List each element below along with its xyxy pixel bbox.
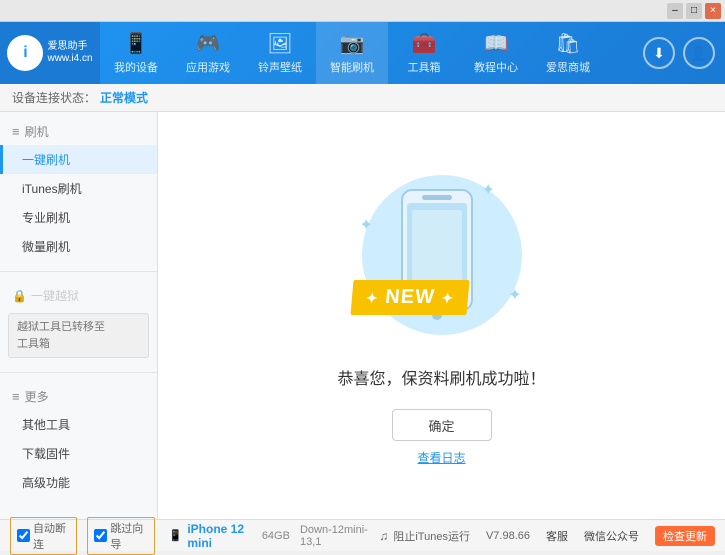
service-link[interactable]: 客服	[546, 528, 568, 544]
version-text: V7.98.66	[486, 530, 530, 542]
header: i 爱思助手 www.i4.cn 📱 我的设备 🎮 应用游戏 🖼 铃声壁纸 📷 …	[0, 22, 725, 84]
sidebar-section-header-jailbreak: 🔒 一键越狱	[0, 282, 157, 309]
main-layout: ≡ 刷机 一键刷机 iTunes刷机 专业刷机 微量刷机 🔒 一键越狱	[0, 112, 725, 519]
logo-text: 爱思助手 www.i4.cn	[47, 41, 92, 65]
success-text: 恭喜您，保资料刷机成功啦！	[337, 365, 545, 389]
sidebar-section-flash: ≡ 刷机 一键刷机 iTunes刷机 专业刷机 微量刷机	[0, 112, 157, 267]
nav-toolbox-icon: 🧰	[412, 31, 437, 56]
logo-area[interactable]: i 爱思助手 www.i4.cn	[0, 22, 100, 84]
itunes-icon: ♫	[379, 529, 388, 543]
device-info: 📱 iPhone 12 mini 64GB	[169, 522, 290, 550]
sidebar: ≡ 刷机 一键刷机 iTunes刷机 专业刷机 微量刷机 🔒 一键越狱	[0, 112, 158, 519]
bottom-left: 自动断连 跳过向导 📱 iPhone 12 mini 64GB Down-12m…	[10, 517, 379, 555]
nav-tutorial-icon: 📖	[484, 31, 509, 56]
bottom-bar: 自动断连 跳过向导 📱 iPhone 12 mini 64GB Down-12m…	[0, 519, 725, 551]
nav-app-games[interactable]: 🎮 应用游戏	[172, 22, 244, 84]
nav-device-icon: 📱	[124, 31, 149, 56]
wechat-public-link[interactable]: 微信公众号	[584, 528, 639, 544]
auto-disconnect-input[interactable]	[17, 529, 30, 542]
device-name: iPhone 12 mini	[187, 522, 256, 550]
nav-toolbox[interactable]: 🧰 工具箱	[388, 22, 460, 84]
minimize-button[interactable]: –	[667, 3, 683, 19]
nav-my-device[interactable]: 📱 我的设备	[100, 22, 172, 84]
nav-ringtone[interactable]: 🖼 铃声壁纸	[244, 22, 316, 84]
maximize-button[interactable]: □	[686, 3, 702, 19]
nav-shop[interactable]: 🛍 爱思商城	[532, 22, 604, 84]
lock-icon: 🔒	[12, 289, 27, 303]
status-bar: 设备连接状态： 正常模式	[0, 84, 725, 112]
sidebar-divider-1	[0, 271, 157, 272]
content-area: ✦ ✦ ✦ ✦ NEW ✦ 恭喜您，保资料刷机成功啦！ 确定 查看日志	[158, 112, 725, 519]
skip-wizard-checkbox[interactable]: 跳过向导	[87, 517, 154, 555]
nav-ringtone-icon: 🖼	[267, 31, 292, 56]
sidebar-item-pro[interactable]: 专业刷机	[0, 203, 157, 232]
device-version: Down-12mini-13,1	[300, 524, 379, 548]
nav-app-icon: 🎮	[196, 31, 221, 56]
nav-flash-icon: 📷	[340, 31, 365, 56]
close-button[interactable]: ×	[705, 3, 721, 19]
more-section-icon: ≡	[12, 389, 20, 404]
sidebar-divider-2	[0, 372, 157, 373]
update-button[interactable]: 检查更新	[655, 526, 715, 546]
sidebar-section-header-more[interactable]: ≡ 更多	[0, 383, 157, 410]
sidebar-section-jailbreak: 🔒 一键越狱 越狱工具已转移至工具箱	[0, 276, 157, 368]
device-icon: 📱	[169, 529, 183, 542]
sidebar-item-advanced[interactable]: 高级功能	[0, 468, 157, 497]
stop-itunes-text[interactable]: 阻止iTunes运行	[393, 531, 470, 543]
sparkle-icon-1: ✦	[482, 180, 495, 200]
nav-smart-flash[interactable]: 📷 智能刷机	[316, 22, 388, 84]
sidebar-item-other[interactable]: 其他工具	[0, 410, 157, 439]
sidebar-section-header-flash[interactable]: ≡ 刷机	[0, 118, 157, 145]
header-right: ⬇ 👤	[643, 37, 725, 69]
sidebar-item-firmware[interactable]: 下载固件	[0, 439, 157, 468]
title-bar: – □ ×	[0, 0, 725, 22]
device-storage: 64GB	[262, 530, 290, 542]
sidebar-item-itunes[interactable]: iTunes刷机	[0, 174, 157, 203]
illustration: ✦ ✦ ✦ ✦ NEW ✦	[352, 165, 532, 345]
auto-disconnect-checkbox[interactable]: 自动断连	[10, 517, 77, 555]
sidebar-item-wechat[interactable]: 微量刷机	[0, 232, 157, 261]
nav-shop-icon: 🛍	[555, 31, 580, 56]
sidebar-item-onekey[interactable]: 一键刷机	[0, 145, 157, 174]
skip-wizard-input[interactable]	[94, 529, 107, 542]
daily-log-link[interactable]: 查看日志	[417, 449, 465, 466]
nav-tutorial[interactable]: 📖 教程中心	[460, 22, 532, 84]
status-label: 设备连接状态：	[12, 89, 96, 106]
status-value: 正常模式	[100, 89, 148, 106]
flash-section-icon: ≡	[12, 124, 20, 139]
new-ribbon: ✦ NEW ✦	[350, 280, 469, 315]
sidebar-info-box: 越狱工具已转移至工具箱	[8, 313, 149, 358]
download-button[interactable]: ⬇	[643, 37, 675, 69]
logo-icon: i	[7, 35, 43, 71]
confirm-button[interactable]: 确定	[392, 409, 492, 441]
sparkle-icon-2: ✦	[360, 215, 373, 235]
nav-items: 📱 我的设备 🎮 应用游戏 🖼 铃声壁纸 📷 智能刷机 🧰 工具箱 📖 教程中心…	[100, 22, 643, 84]
sparkle-icon-3: ✦	[508, 285, 521, 305]
user-button[interactable]: 👤	[683, 37, 715, 69]
stop-itunes-row: ♫ 阻止iTunes运行	[379, 528, 470, 544]
sidebar-section-more: ≡ 更多 其他工具 下载固件 高级功能	[0, 377, 157, 503]
bottom-right: ♫ 阻止iTunes运行 V7.98.66 客服 微信公众号 检查更新	[379, 526, 715, 546]
